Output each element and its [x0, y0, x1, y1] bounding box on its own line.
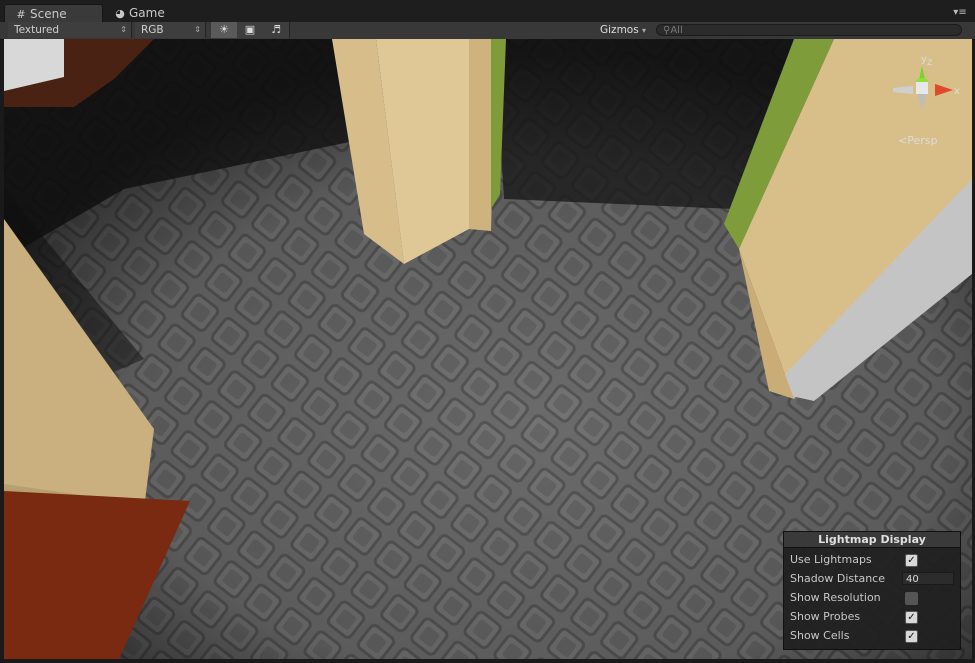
sun-icon[interactable]: ☀	[211, 22, 238, 38]
audio-icon[interactable]: ♬	[263, 22, 290, 38]
projection-label: Persp	[907, 134, 938, 147]
scene-toolbar: Textured ⇕ RGB ⇕ ☀ ▣ ♬ Gizmos ▾ ⚲All	[0, 22, 975, 40]
show-probes-label: Show Probes	[790, 610, 861, 623]
show-resolution-checkbox[interactable]	[905, 592, 918, 605]
color-mode-dropdown[interactable]: RGB ⇕	[135, 22, 206, 38]
show-cells-row: Show Cells ✓	[790, 628, 918, 644]
show-cells-checkbox[interactable]: ✓	[905, 630, 918, 643]
lightmap-display-panel: Lightmap Display Use Lightmaps ✓ Shadow …	[783, 531, 961, 650]
gizmos-dropdown[interactable]: Gizmos ▾	[596, 22, 654, 38]
pacman-icon: ◕	[115, 7, 125, 20]
tab-scene[interactable]: # Scene	[4, 4, 103, 23]
axis-center-cube[interactable]	[916, 82, 928, 94]
axis-neg-x-cone[interactable]	[893, 86, 913, 94]
axis-z-label: z	[927, 57, 932, 68]
updown-icon: ⇕	[194, 25, 201, 34]
panel-title: Lightmap Display	[784, 532, 960, 548]
tab-bar: # Scene ◕ Game ▾≡	[0, 0, 975, 23]
search-placeholder: All	[670, 25, 683, 36]
axis-x-label: x	[954, 86, 960, 97]
gizmos-label: Gizmos	[600, 24, 639, 36]
shadow-distance-field[interactable]: 40	[902, 572, 954, 585]
use-lightmaps-checkbox[interactable]: ✓	[905, 554, 918, 567]
render-mode-value: Textured	[14, 24, 60, 36]
shadow-distance-row: Shadow Distance 40	[790, 571, 954, 587]
tab-scene-label: Scene	[30, 7, 67, 21]
axis-neg-y-cone[interactable]	[918, 94, 926, 110]
show-probes-checkbox[interactable]: ✓	[905, 611, 918, 624]
shadow-distance-label: Shadow Distance	[790, 572, 885, 585]
show-resolution-row: Show Resolution	[790, 590, 918, 606]
show-probes-row: Show Probes ✓	[790, 609, 918, 625]
show-resolution-label: Show Resolution	[790, 591, 881, 604]
use-lightmaps-row: Use Lightmaps ✓	[790, 552, 918, 568]
tab-game-label: Game	[129, 6, 165, 20]
tab-game[interactable]: ◕ Game	[104, 4, 173, 22]
chevron-down-icon: ▾	[642, 26, 647, 35]
panel-menu-icon[interactable]: ▾≡	[953, 7, 967, 19]
axis-x-cone[interactable]	[935, 84, 953, 96]
render-mode-dropdown[interactable]: Textured ⇕	[8, 22, 132, 38]
show-cells-label: Show Cells	[790, 629, 850, 642]
color-mode-value: RGB	[141, 24, 164, 36]
use-lightmaps-label: Use Lightmaps	[790, 553, 872, 566]
persp-arrow-icon: <	[898, 134, 908, 147]
search-input[interactable]: ⚲All	[656, 24, 962, 36]
projection-toggle[interactable]: <Persp	[898, 134, 937, 147]
updown-icon: ⇕	[120, 25, 127, 34]
image-icon[interactable]: ▣	[237, 22, 264, 38]
